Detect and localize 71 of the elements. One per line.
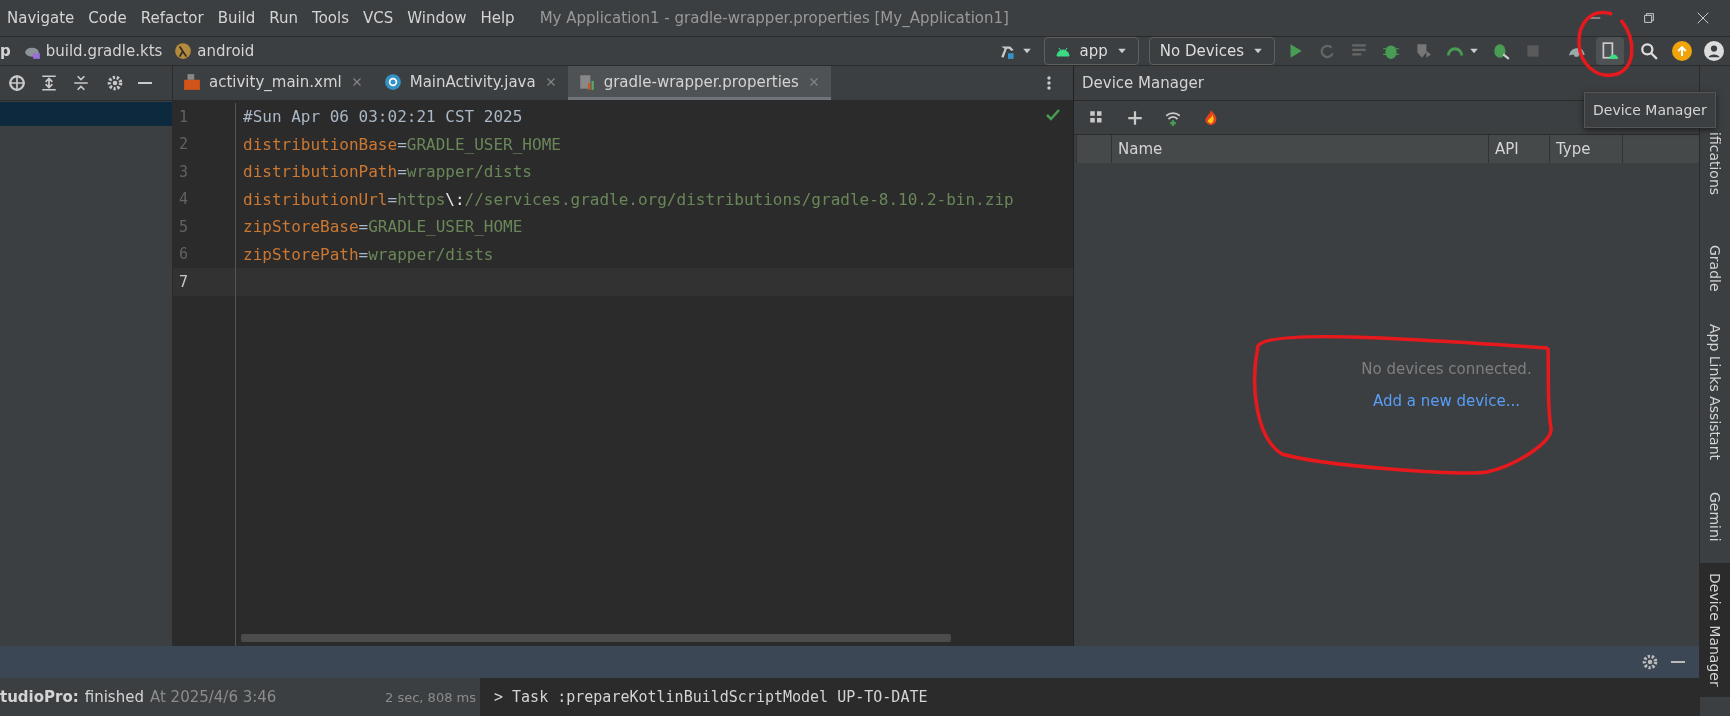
xml-file-icon [183, 72, 201, 91]
add-device-link[interactable]: Add a new device... [1372, 391, 1521, 410]
code-line: #Sun Apr 06 03:02:21 CST 2025 [242, 107, 523, 127]
phone-icon [1600, 42, 1618, 60]
tool-window-tab[interactable]: Gemini [1700, 481, 1730, 552]
window-title: My Application1 - gradle-wrapper.properties [My_Application1] [539, 9, 1010, 27]
minus-icon [138, 82, 152, 84]
lambda-icon [174, 42, 193, 60]
menu-item[interactable]: VCS [356, 9, 401, 27]
code-line: distributionPath=wrapper/dists [242, 162, 532, 182]
horizontal-scrollbar[interactable] [241, 634, 951, 642]
expand-icon [40, 74, 58, 92]
breadcrumb[interactable]: android [197, 42, 255, 60]
run-config-dropdown[interactable]: app [1044, 37, 1139, 65]
code-line: zipStorePath=wrapper/dists [242, 244, 494, 264]
menu-item[interactable]: Build [210, 9, 263, 27]
search-icon [1640, 42, 1658, 60]
menu-item[interactable]: Refactor [133, 9, 211, 27]
checkmark-icon [1045, 107, 1061, 123]
update-icon [1672, 41, 1692, 61]
editor-tab[interactable]: MainActivity.java [373, 66, 568, 100]
column-header[interactable]: Name [1111, 135, 1488, 163]
build-status: finished [84, 688, 144, 706]
bug-icon [1382, 42, 1400, 60]
menu-item[interactable]: Code [81, 9, 134, 27]
line-number: 1 [173, 103, 236, 131]
code-line: distributionBase=GRADLE_USER_HOME [242, 134, 561, 154]
breadcrumb[interactable]: p [0, 42, 11, 60]
breadcrumb[interactable]: build.gradle.kts [45, 42, 163, 60]
line-number: 5 [173, 213, 236, 241]
tool-window-tab[interactable]: Gradle [1700, 235, 1730, 302]
close-icon [1696, 11, 1710, 25]
settings-icon [1641, 653, 1659, 671]
menu-item[interactable]: Help [473, 9, 522, 27]
restart-icon [1318, 42, 1336, 60]
build-time: At 2025/4/6 3:46 [149, 688, 277, 706]
menu-item[interactable]: Window [400, 9, 474, 27]
stop-icon [1524, 42, 1542, 60]
column-header[interactable]: API [1488, 135, 1549, 163]
device-manager-button[interactable] [1596, 37, 1624, 65]
build-duration: 2 sec, 808 ms [385, 689, 477, 705]
crosshair-icon [8, 74, 26, 92]
menu-item[interactable]: Tools [305, 9, 356, 27]
settings-icon [106, 74, 124, 92]
menu-item[interactable]: Run [262, 9, 306, 27]
line-number: 7 [173, 268, 236, 296]
properties-file-icon [577, 72, 596, 91]
tool-window-tab[interactable]: Device Manager [1700, 563, 1730, 698]
menu-item[interactable]: Navigate [0, 9, 82, 27]
collapse-icon [72, 74, 90, 92]
tool-window-tab[interactable]: App Links Assistant [1700, 313, 1730, 470]
line-number: 2 [173, 130, 236, 158]
minus-icon [1671, 661, 1685, 663]
editor-tab[interactable]: gradle-wrapper.properties [567, 66, 831, 100]
build-target: tudioPro: [0, 688, 79, 706]
plus-icon [1126, 108, 1144, 127]
code-line: zipStoreBase=GRADLE_USER_HOME [242, 217, 523, 237]
build-output: > Task :prepareKotlinBuildScriptModel UP-TO-DATE [494, 688, 928, 706]
class-file-icon [383, 72, 402, 91]
line-number: 4 [173, 185, 236, 213]
user-icon [1704, 41, 1724, 61]
tooltip: Device Manager [1584, 92, 1716, 128]
shield-icon [1414, 42, 1432, 60]
device-dropdown[interactable]: No Devices [1148, 37, 1275, 65]
empty-message: No devices connected. [1361, 359, 1532, 378]
line-number: 3 [173, 158, 236, 186]
more-icon [1047, 76, 1051, 90]
editor-tab[interactable]: activity_main.xml [173, 66, 374, 100]
column-header[interactable]: Type [1549, 135, 1622, 163]
code-line: distributionUrl=https\://services.gradle.org/distributions/gradle-8.10.2-bin.zip [242, 189, 1014, 209]
restore-icon [1642, 11, 1656, 25]
